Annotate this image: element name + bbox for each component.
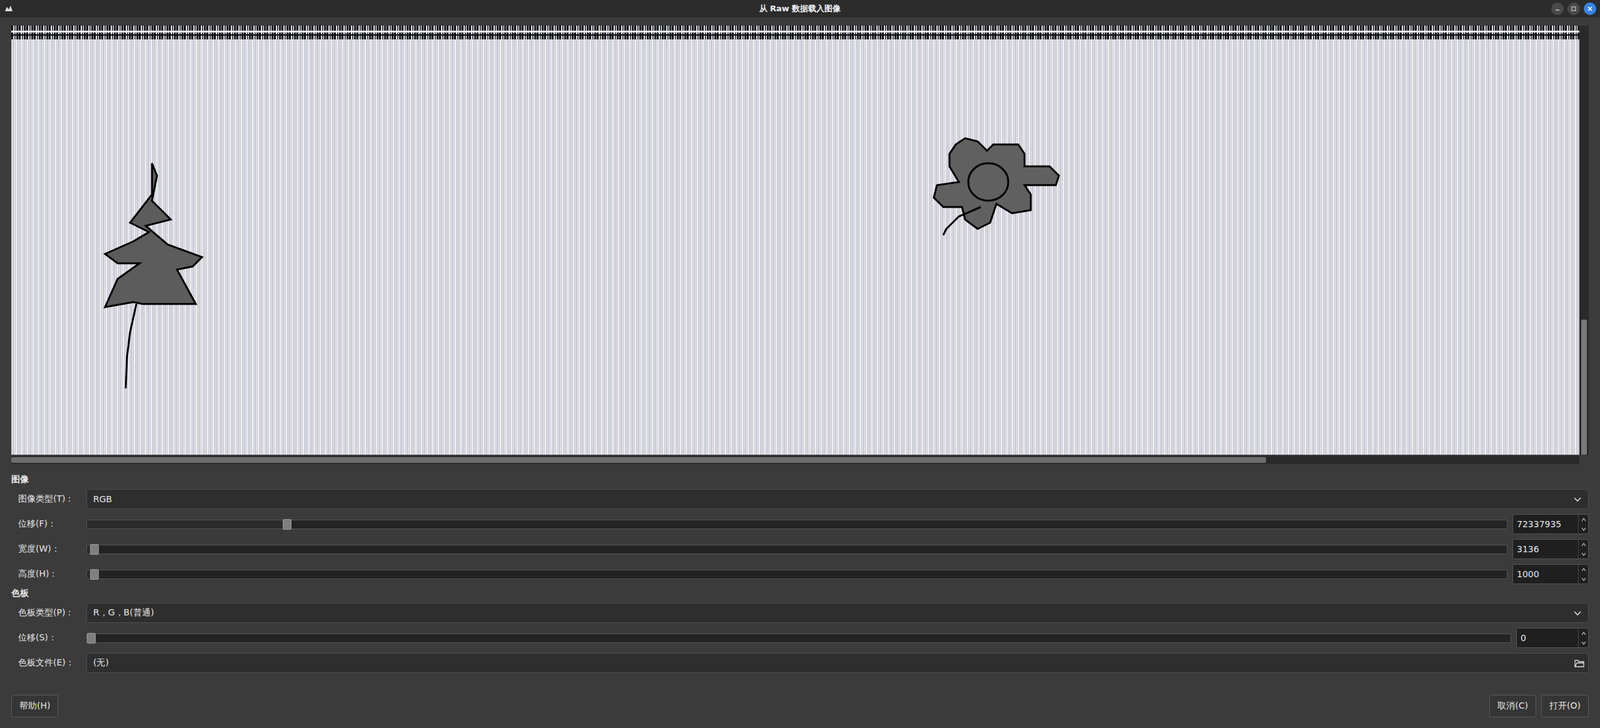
window-controls: [1551, 2, 1597, 16]
combo-box[interactable]: RGB: [86, 489, 1589, 510]
cancel-button[interactable]: 取消(C): [1489, 694, 1537, 718]
spin-arrows: [1578, 514, 1589, 534]
spin-box[interactable]: 72337935: [1512, 514, 1589, 535]
slider-track[interactable]: [86, 569, 1508, 580]
chevron-down-icon: [1573, 609, 1582, 617]
spin-down-button[interactable]: [1578, 574, 1589, 584]
option-label: 色板文件(E)：: [18, 657, 87, 669]
minimize-button[interactable]: [1551, 2, 1564, 16]
option-row: 色板类型(P)： R，G，B(普通): [11, 600, 1589, 626]
combo-value: RGB: [93, 494, 112, 505]
arrow-down-icon: [1581, 577, 1587, 582]
noise-line: [11, 34, 1580, 36]
combo-value: R，G，B(普通): [93, 607, 154, 619]
spin-down-button[interactable]: [1578, 637, 1589, 648]
spin-up-button[interactable]: [1578, 628, 1589, 638]
options-panel: 图像图像类型(T)：RGB位移(F)：72337935宽度(W)：3136高度(…: [0, 464, 1600, 676]
option-label: 高度(H)：: [18, 568, 87, 580]
slider-knob[interactable]: [86, 632, 96, 644]
window-title: 从 Raw 数据载入图像: [759, 3, 842, 15]
button-bar: 帮助(H) 取消(C)打开(O): [0, 694, 1600, 728]
combo-box[interactable]: R，G，B(普通): [86, 602, 1589, 623]
close-button[interactable]: [1583, 2, 1597, 16]
slider-control: 3136: [86, 539, 1589, 560]
option-row: 高度(H)： 1000: [11, 561, 1589, 587]
close-icon: [1586, 5, 1594, 12]
tree-icon: [58, 150, 221, 401]
slider-knob[interactable]: [90, 544, 99, 555]
option-label: 宽度(W)：: [18, 543, 87, 555]
title-bar: 从 Raw 数据载入图像: [0, 0, 1600, 18]
spin-box[interactable]: 0: [1516, 627, 1589, 649]
flower-icon: [930, 131, 1106, 258]
preview-row: [11, 25, 1589, 455]
slider-fill: [86, 520, 283, 529]
slider-control: 0: [86, 627, 1589, 649]
arrow-down-icon: [1581, 527, 1587, 532]
slider-knob[interactable]: [282, 519, 292, 530]
file-value: (无): [93, 657, 109, 669]
option-row: 位移(F)： 72337935: [11, 511, 1589, 537]
slider-control: 1000: [86, 564, 1589, 585]
arrow-down-icon: [1581, 641, 1587, 645]
arrow-up-icon: [1581, 567, 1587, 572]
maximize-icon: [1570, 5, 1577, 12]
spin-box[interactable]: 3136: [1512, 539, 1589, 560]
spin-arrows: [1578, 539, 1589, 559]
arrow-up-icon: [1581, 631, 1587, 636]
gimp-icon: [3, 3, 14, 14]
slider-fill: [86, 570, 91, 579]
scroll-thumb[interactable]: [11, 457, 1266, 463]
slider-control: 72337935: [86, 514, 1589, 535]
option-label: 位移(F)：: [18, 518, 87, 530]
spin-up-button[interactable]: [1578, 514, 1589, 525]
spin-up-button[interactable]: [1578, 564, 1589, 575]
spin-value[interactable]: 3136: [1513, 539, 1579, 559]
option-row: 宽度(W)： 3136: [11, 536, 1589, 562]
section-title: 图像: [11, 472, 1589, 487]
option-label: 图像类型(T)：: [18, 493, 87, 505]
slider-fill: [86, 545, 91, 554]
spin-value[interactable]: 72337935: [1513, 514, 1579, 534]
help-button[interactable]: 帮助(H): [11, 694, 59, 718]
spin-arrows: [1578, 564, 1589, 584]
open-button[interactable]: 打开(O): [1541, 694, 1589, 718]
spin-value[interactable]: 0: [1516, 628, 1579, 648]
slider-track[interactable]: [86, 633, 1512, 644]
option-label: 色板类型(P)：: [18, 607, 87, 619]
folder-open-icon: [1574, 658, 1585, 668]
dialog-buttons: 取消(C)打开(O): [1489, 694, 1589, 718]
vertical-scrollbar[interactable]: [1579, 25, 1589, 455]
spin-arrows: [1578, 628, 1589, 648]
preview-area: [0, 17, 1600, 465]
slider-knob[interactable]: [90, 569, 99, 580]
option-row: 位移(S)： 0: [11, 625, 1589, 651]
noise-band: [11, 25, 1580, 40]
arrow-up-icon: [1581, 542, 1587, 547]
spin-box[interactable]: 1000: [1512, 564, 1589, 585]
option-row: 图像类型(T)： RGB: [11, 486, 1589, 512]
section-title: 色板: [11, 586, 1589, 601]
spin-up-button[interactable]: [1578, 539, 1589, 550]
preview-image: [11, 25, 1580, 455]
horizontal-scrollbar[interactable]: [11, 455, 1580, 465]
maximize-button[interactable]: [1567, 2, 1580, 16]
arrow-down-icon: [1581, 552, 1587, 557]
slider-track[interactable]: [86, 519, 1508, 530]
arrow-up-icon: [1581, 517, 1587, 522]
minimize-icon: [1554, 5, 1561, 12]
scroll-thumb[interactable]: [1581, 319, 1587, 455]
file-chooser[interactable]: (无): [86, 653, 1589, 674]
noise-line: [11, 30, 1580, 33]
option-label: 位移(S)：: [18, 632, 87, 644]
option-row: 色板文件(E)： (无): [11, 650, 1589, 676]
spin-down-button[interactable]: [1578, 524, 1589, 534]
chevron-down-icon: [1573, 495, 1582, 503]
slider-track[interactable]: [86, 544, 1508, 555]
spin-down-button[interactable]: [1578, 549, 1589, 559]
spin-value[interactable]: 1000: [1513, 564, 1579, 584]
